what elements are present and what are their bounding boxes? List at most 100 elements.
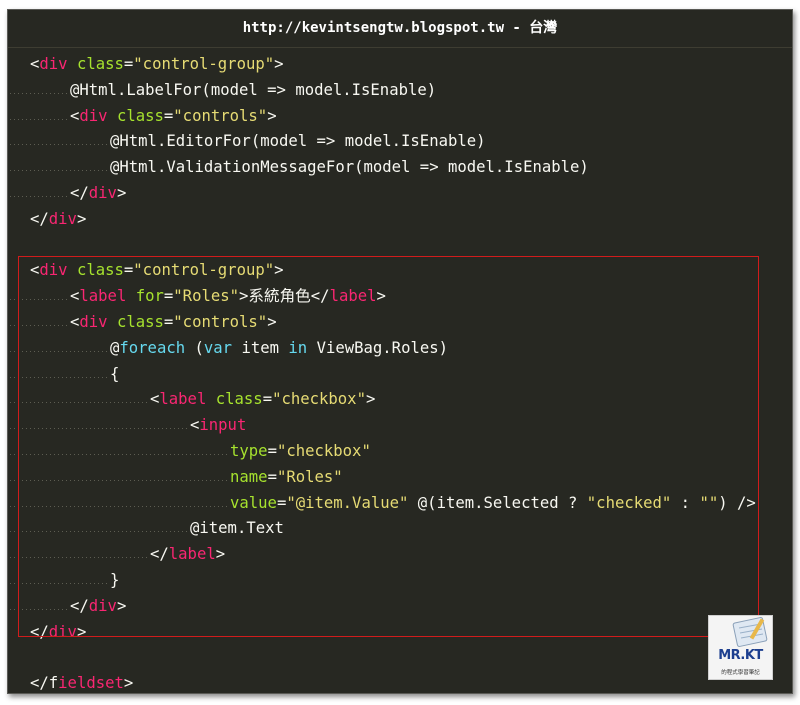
code-text: </div> <box>30 620 86 646</box>
code-line: </div> <box>8 593 792 620</box>
indent-guide <box>8 567 110 594</box>
notebook-icon <box>732 617 768 647</box>
code-text: { <box>110 362 119 388</box>
code-token: { <box>110 364 120 383</box>
code-line: } <box>8 567 792 594</box>
code-token: @item.Text <box>190 519 284 538</box>
indent-guide <box>8 103 70 130</box>
code-token: "control-group" <box>133 55 275 73</box>
code-token: div <box>79 106 108 125</box>
code-token: div <box>88 596 117 615</box>
code-token: = <box>163 287 174 306</box>
code-token: @(item.Selected ? <box>408 493 587 512</box>
code-line: { <box>8 361 792 388</box>
code-token: > <box>274 55 284 73</box>
code-token: < <box>150 390 160 409</box>
code-token: "checkbox" <box>272 390 366 409</box>
code-token: div <box>48 209 77 228</box>
code-token: : <box>671 493 700 512</box>
code-text: @item.Text <box>190 516 284 542</box>
code-token: </ <box>70 596 89 615</box>
code-token: > <box>274 261 284 280</box>
code-token: > <box>267 312 277 331</box>
code-line: @Html.EditorFor(model => model.IsEnable) <box>8 129 792 156</box>
code-token: = <box>267 467 277 486</box>
code-text: name="Roles" <box>230 465 343 491</box>
code-line: </div> <box>8 180 792 207</box>
indent-guide <box>8 387 150 414</box>
indent-guide <box>8 671 30 693</box>
logo-tagline: 的程式學習筆記 <box>721 670 760 676</box>
code-token: >系統角色</ <box>239 287 330 306</box>
code-token: = <box>163 106 174 125</box>
indent-guide <box>8 52 30 78</box>
code-token: = <box>267 441 277 460</box>
code-token: /f <box>39 674 59 693</box>
indent-guide <box>8 309 70 336</box>
indent-guide <box>8 438 230 465</box>
logo-brand-text: MR.KT <box>718 648 763 663</box>
code-line: <div class="controls"> <box>8 309 792 336</box>
blog-url-header: http://kevintsengtw.blogspot.tw - 台灣 <box>8 10 792 48</box>
code-token: class <box>215 390 263 409</box>
code-token: class <box>76 261 124 280</box>
code-token: type <box>230 441 268 460</box>
code-line: @item.Text <box>8 516 792 543</box>
code-token: class <box>116 312 164 331</box>
indent-guide <box>8 129 110 156</box>
code-token: @Html.ValidationMessageFor(model => mode… <box>110 158 589 177</box>
code-text: type="checkbox" <box>230 439 371 465</box>
code-token: "checkbox" <box>276 441 371 460</box>
code-text: </div> <box>70 594 126 620</box>
code-line: value="@item.Value" @(item.Selected ? "c… <box>8 490 792 517</box>
code-text: <div class="control-group"> <box>30 52 284 78</box>
code-text: @Html.ValidationMessageFor(model => mode… <box>110 155 589 181</box>
indent-guide <box>8 155 110 181</box>
code-token: ( <box>185 338 204 357</box>
code-token: "Roles" <box>276 467 343 486</box>
code-text: @Html.LabelFor(model => model.IsEnable) <box>70 78 436 104</box>
code-token: for <box>135 287 164 306</box>
code-block: <div class="control-group"> @Html.LabelFo… <box>8 52 792 693</box>
code-token: > <box>76 209 87 228</box>
code-token: < <box>70 312 80 331</box>
code-token: < <box>30 261 40 280</box>
code-token: label <box>79 287 127 306</box>
code-line: @foreach (var item in ViewBag.Roles) <box>8 335 792 362</box>
code-token: > <box>116 596 127 615</box>
code-token: label <box>159 390 207 409</box>
indent-guide <box>8 258 30 284</box>
code-text: <div class="controls"> <box>70 104 277 130</box>
code-token: > <box>76 622 87 641</box>
indent-guide <box>8 593 70 620</box>
code-token: > <box>267 106 277 125</box>
indent-guide <box>8 180 70 207</box>
code-token: > <box>376 287 386 306</box>
code-line: type="checkbox" <box>8 438 792 465</box>
code-text: <label for="Roles">系統角色</label> <box>70 284 386 310</box>
code-line: </div> <box>8 620 792 646</box>
code-text: @foreach (var item in ViewBag.Roles) <box>110 336 448 362</box>
code-token: label <box>168 545 216 564</box>
code-token: @Html.EditorFor(model => model.IsEnable) <box>110 132 486 151</box>
code-token: "" <box>699 493 719 512</box>
code-token: class <box>116 106 164 125</box>
code-token: } <box>110 570 120 589</box>
code-token: value <box>230 493 277 512</box>
code-token: in <box>288 338 308 357</box>
indent-guide <box>8 645 30 671</box>
code-token: div <box>39 261 68 280</box>
code-token: > <box>116 183 127 202</box>
code-line: </fieldset> <box>8 671 792 693</box>
code-token: = <box>262 390 273 409</box>
code-token: > <box>365 390 376 409</box>
code-text: <input <box>190 413 246 439</box>
code-text: </label> <box>150 542 225 568</box>
code-line: name="Roles" <box>8 464 792 491</box>
code-token: = <box>123 261 134 280</box>
